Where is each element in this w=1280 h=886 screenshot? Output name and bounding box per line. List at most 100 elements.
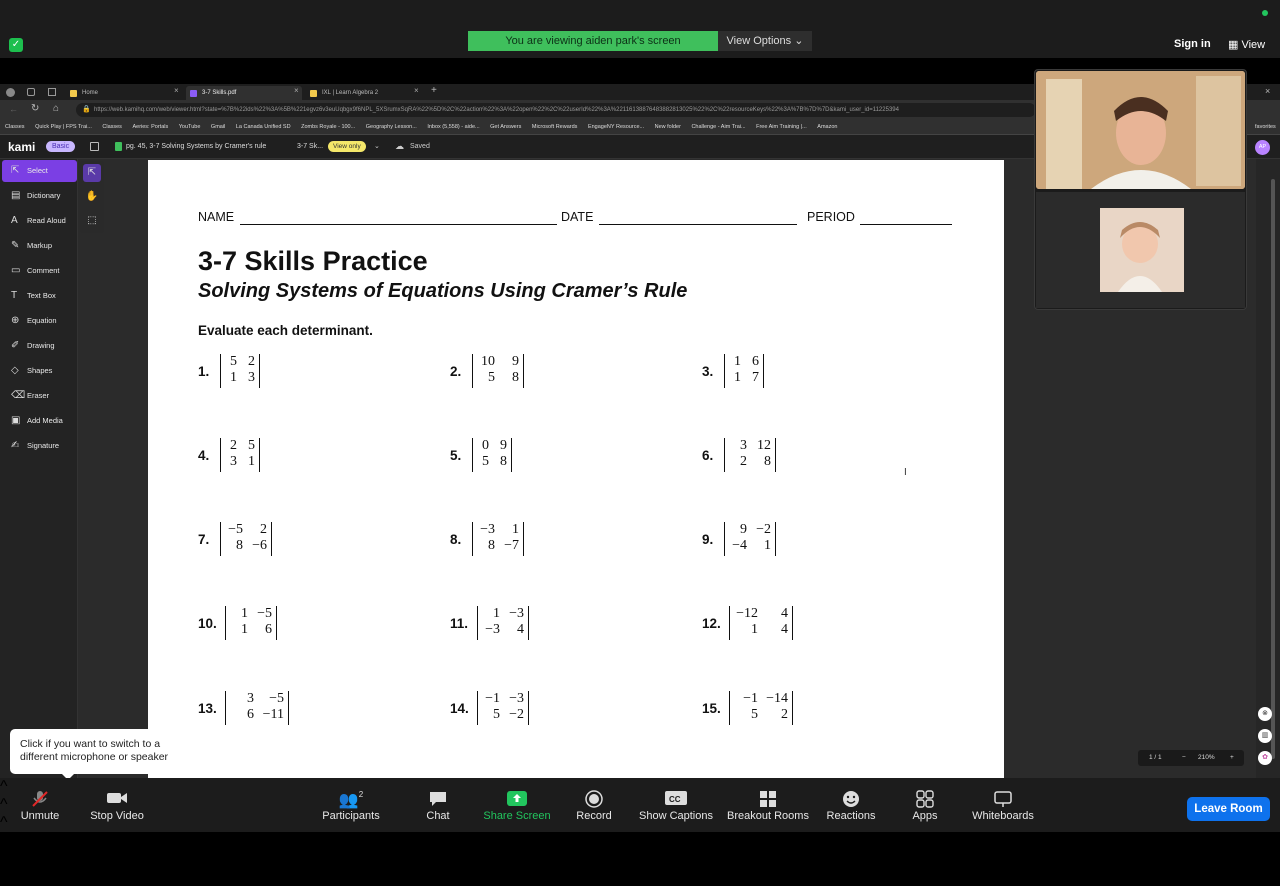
window-tabs-icon[interactable] xyxy=(27,88,35,96)
new-tab-icon[interactable]: + xyxy=(431,85,437,96)
record-icon xyxy=(574,778,614,808)
link-icon[interactable]: ⊗ xyxy=(1258,707,1272,721)
tool-text-box[interactable]: T Text Box xyxy=(2,285,77,307)
tool-label: Drawing xyxy=(27,341,55,350)
apps-options-chevron-icon[interactable]: ^ xyxy=(0,850,1280,868)
apps-button[interactable]: Apps xyxy=(910,778,940,832)
zoom-level[interactable]: 210% xyxy=(1198,750,1215,766)
bookmark-item[interactable]: Challenge - Aim Trai... xyxy=(691,120,745,134)
area-select-icon[interactable]: ⬚ xyxy=(83,212,101,230)
breakout-rooms-button[interactable]: Breakout Rooms xyxy=(726,778,810,832)
browser-profile-icon[interactable] xyxy=(6,88,15,97)
tool-eraser[interactable]: ⌫ Eraser xyxy=(2,385,77,407)
bookmark-item[interactable]: La Canada Unified SD xyxy=(236,120,291,134)
bookmark-item[interactable]: Amazon xyxy=(817,120,837,134)
sign-in-button[interactable]: Sign in xyxy=(1174,38,1211,50)
bookmark-item[interactable]: Gmail xyxy=(211,120,225,134)
period-line[interactable] xyxy=(860,224,952,225)
plan-badge[interactable]: Basic xyxy=(46,141,76,152)
zoom-in-icon[interactable]: + xyxy=(1230,750,1234,766)
view-only-badge[interactable]: View only xyxy=(328,141,366,152)
whiteboards-button[interactable]: Whiteboards xyxy=(968,778,1038,832)
bookmark-item[interactable]: Zombs Royale - 100... xyxy=(301,120,355,134)
browser-tab-kami[interactable]: 3-7 Skills.pdf xyxy=(186,86,302,100)
tool-drawing[interactable]: ✐ Drawing xyxy=(2,335,77,357)
whiteboards-options-chevron-icon[interactable]: ^ xyxy=(0,868,1280,886)
date-line[interactable] xyxy=(599,224,797,225)
name-line[interactable] xyxy=(240,224,557,225)
ai-assist-icon[interactable]: ✿ xyxy=(1258,751,1272,765)
bookmark-item[interactable]: Classes xyxy=(5,120,25,134)
sidebar-toggle-icon[interactable] xyxy=(90,142,99,151)
view-button[interactable]: ▦ View xyxy=(1228,38,1265,51)
matrix-entry: 6 xyxy=(247,707,254,722)
bookmark-item[interactable]: Quick Play | FPS Trai... xyxy=(35,120,92,134)
tool-signature[interactable]: ✍ Signature xyxy=(2,435,77,457)
book-icon[interactable]: ▥ xyxy=(1258,729,1272,743)
captions-options-chevron-icon[interactable]: ^ xyxy=(0,832,1280,850)
tool-comment[interactable]: ▭ Comment xyxy=(2,260,77,282)
bookmark-item[interactable]: Aeries: Portals xyxy=(132,120,168,134)
zoom-out-icon[interactable]: − xyxy=(1182,750,1186,766)
bookmark-item[interactable]: Free Aim Training |... xyxy=(756,120,807,134)
determinant-matrix: 1 −3 −3 4 xyxy=(477,606,529,640)
bookmark-item[interactable]: Get Answers xyxy=(490,120,521,134)
matrix-entry: 2 xyxy=(740,454,747,469)
bookmark-item[interactable]: favorites xyxy=(1255,120,1276,134)
home-icon[interactable]: ⌂ xyxy=(53,103,59,114)
bookmark-item[interactable]: Classes xyxy=(102,120,122,134)
tool-shapes[interactable]: ◇ Shapes xyxy=(2,360,77,382)
user-avatar[interactable]: AP xyxy=(1255,140,1270,155)
close-tab-icon[interactable]: × xyxy=(294,86,299,95)
bookmark-item[interactable]: Inbox (5,558) - aide... xyxy=(427,120,479,134)
reactions-button[interactable]: Reactions xyxy=(824,778,878,832)
matrix-entry: 8 xyxy=(236,538,243,553)
unmute-button[interactable]: Unmute xyxy=(14,778,66,832)
leave-room-button[interactable]: Leave Room xyxy=(1187,797,1270,821)
stop-video-button[interactable]: Stop Video xyxy=(88,778,146,832)
zoom-top-bar: ✓ You are viewing aiden park's screen Vi… xyxy=(0,0,1280,58)
close-window-icon[interactable]: × xyxy=(1265,86,1270,96)
text-box-icon: T xyxy=(11,290,18,301)
tool-equation[interactable]: ⊕ Equation xyxy=(2,310,77,332)
reload-icon[interactable]: ↻ xyxy=(31,103,39,114)
tool-markup[interactable]: ✎ Markup xyxy=(2,235,77,257)
record-button[interactable]: Record xyxy=(574,778,614,832)
pointer-icon[interactable]: ⇱ xyxy=(83,164,101,182)
determinant-matrix: −1 −14 5 2 xyxy=(729,691,793,725)
chevron-down-icon[interactable]: ⌄ xyxy=(374,142,380,150)
participant-video-1[interactable] xyxy=(1036,71,1245,189)
matrix-entry: −2 xyxy=(756,522,771,537)
bookmark-item[interactable]: YouTube xyxy=(179,120,201,134)
bookmark-item[interactable]: New folder xyxy=(655,120,681,134)
bookmark-item[interactable]: EngageNY Resource... xyxy=(588,120,644,134)
participant-video-2[interactable] xyxy=(1036,192,1245,308)
tool-select[interactable]: ⇱ Select xyxy=(2,160,77,182)
tool-read-aloud[interactable]: A Read Aloud xyxy=(2,210,77,232)
scrollbar[interactable] xyxy=(1271,179,1275,759)
close-tab-icon[interactable]: × xyxy=(174,86,179,95)
view-options-button[interactable]: View Options ⌄ xyxy=(718,31,812,51)
chat-button[interactable]: Chat xyxy=(422,778,454,832)
browser-tab-ixl[interactable]: IXL | Learn Algebra 2 xyxy=(306,86,422,100)
participant-1-picture xyxy=(1036,71,1245,189)
show-captions-button[interactable]: CC Show Captions xyxy=(636,778,716,832)
bookmark-item[interactable]: Microsoft Rewards xyxy=(532,120,578,134)
tool-dictionary[interactable]: ▤ Dictionary xyxy=(2,185,77,207)
close-tab-icon[interactable]: × xyxy=(414,86,419,95)
bookmark-item[interactable]: Geography Lesson... xyxy=(366,120,417,134)
document-title[interactable]: pg. 45, 3-7 Solving Systems by Cramer's … xyxy=(126,143,266,150)
document-tab-name[interactable]: 3-7 Sk... xyxy=(297,143,323,150)
url-input[interactable]: 🔒 https://web.kamihq.com/web/viewer.html… xyxy=(76,103,1036,117)
hand-icon[interactable]: ✋ xyxy=(83,188,101,206)
tab-actions-icon[interactable] xyxy=(48,88,56,96)
muted-mic-icon xyxy=(14,778,66,808)
tool-add-media[interactable]: ▣ Add Media xyxy=(2,410,77,432)
share-screen-button[interactable]: Share Screen xyxy=(481,778,553,832)
matrix-entry: 5 xyxy=(751,707,758,722)
kami-favicon-icon xyxy=(190,90,197,97)
participants-button[interactable]: 👥2 Participants xyxy=(318,778,384,832)
browser-tab-home[interactable]: Home xyxy=(66,86,184,100)
back-icon[interactable]: ← xyxy=(9,104,18,114)
security-shield-icon[interactable]: ✓ xyxy=(9,38,23,52)
